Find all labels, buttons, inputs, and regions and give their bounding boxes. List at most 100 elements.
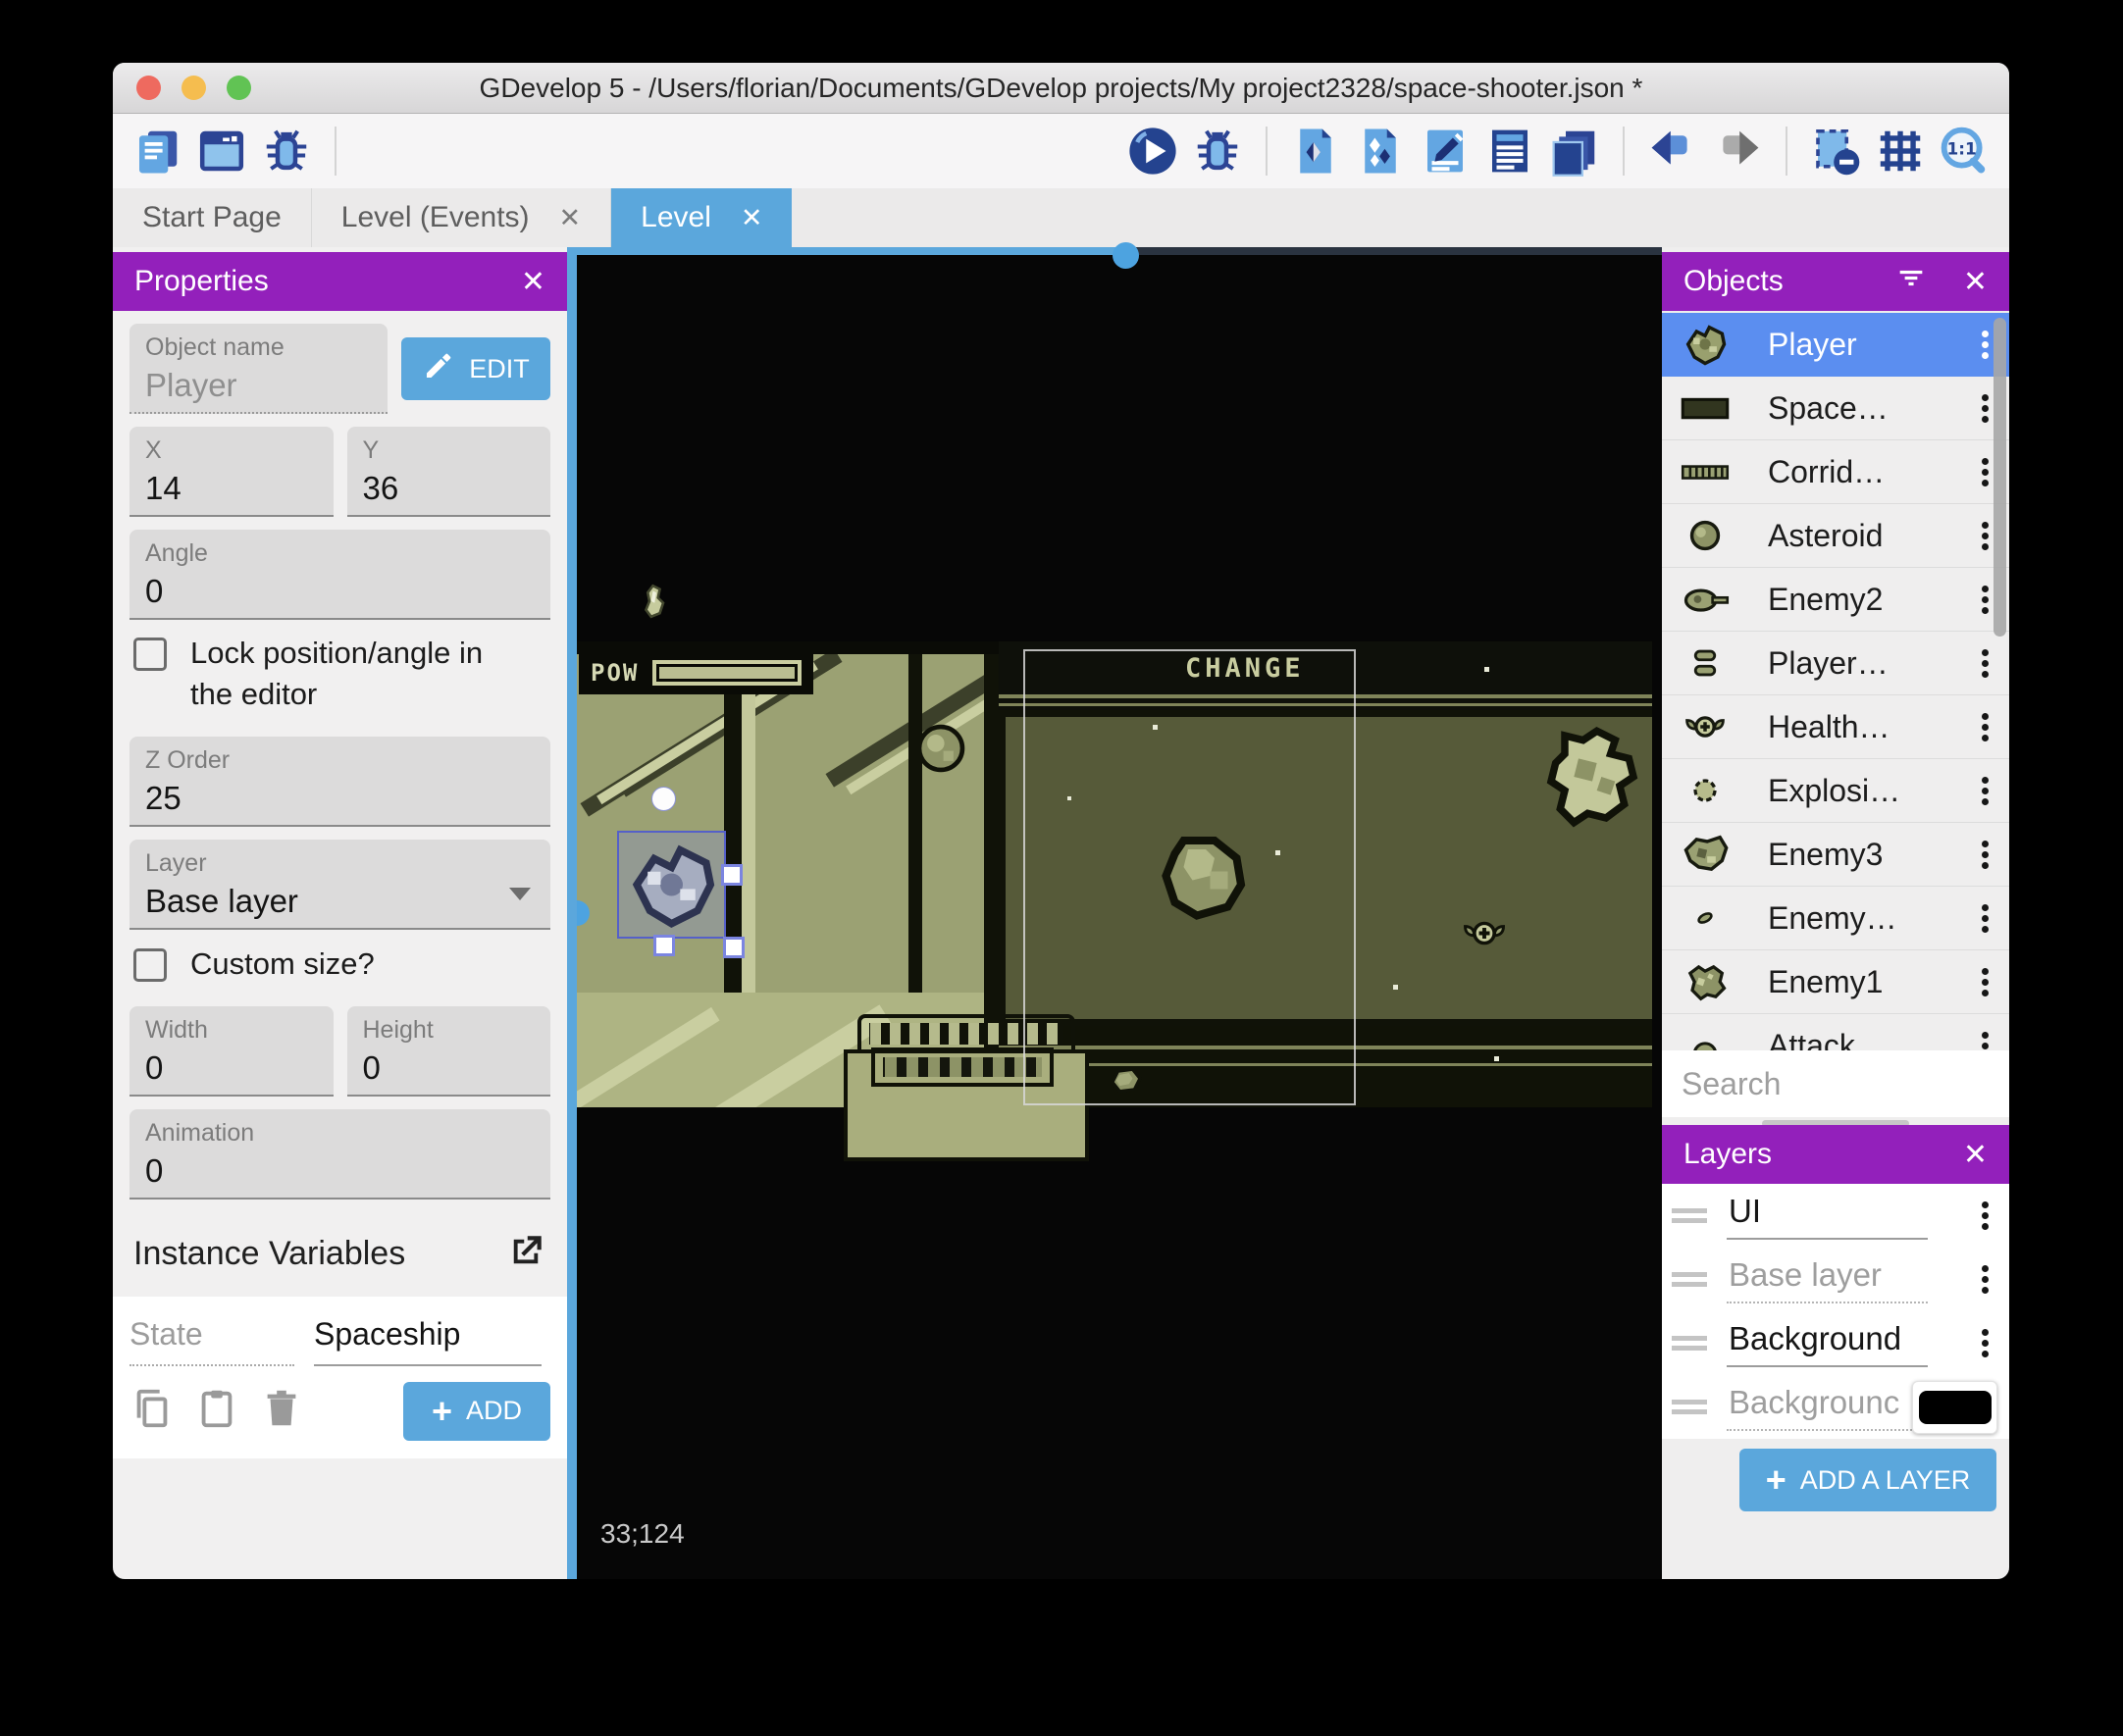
canvas-border-top [567, 247, 1128, 255]
object-item-corrid[interactable]: Corrid… [1662, 440, 2009, 504]
tab-level-events[interactable]: Level (Events) ✕ [312, 188, 612, 247]
paste-icon[interactable] [194, 1386, 239, 1436]
layer-item-ui[interactable]: UI [1662, 1184, 2009, 1248]
close-icon[interactable]: ✕ [1963, 265, 1988, 299]
properties-panel: Properties ✕ Object name Player EDIT X 1… [113, 247, 567, 1579]
hud-power-bar: POW [579, 651, 814, 694]
object-item-space[interactable]: Space… [1662, 377, 2009, 440]
health-pickup-instance[interactable] [1452, 906, 1517, 960]
custom-size-checkbox[interactable] [133, 947, 167, 982]
object-item-enemy3[interactable]: Enemy3 [1662, 823, 2009, 887]
redo-icon[interactable] [1709, 123, 1766, 179]
layer-menu-icon[interactable] [1972, 1325, 1997, 1361]
object-menu-icon[interactable] [1972, 645, 1997, 682]
asteroid-instance-small[interactable] [910, 718, 971, 779]
add-layer-button[interactable]: + ADD A LAYER [1739, 1449, 1996, 1511]
zoom-1-1-icon[interactable]: 1:1 [1937, 123, 1994, 179]
tab-level[interactable]: Level ✕ [611, 188, 793, 247]
layer-select[interactable]: Layer Base layer [129, 839, 550, 930]
object-menu-icon[interactable] [1972, 709, 1997, 745]
layer-color-swatch[interactable] [1912, 1380, 1997, 1434]
layers-editor-icon[interactable] [1546, 123, 1603, 179]
enemy-instance[interactable] [1530, 722, 1654, 832]
filter-icon[interactable] [1894, 261, 1928, 302]
variable-name-field[interactable]: State [129, 1312, 294, 1366]
close-window-button[interactable] [136, 76, 161, 100]
height-field[interactable]: Height 0 [346, 1005, 550, 1097]
close-icon[interactable]: ✕ [521, 265, 545, 299]
trash-icon[interactable] [259, 1386, 304, 1436]
drag-handle-icon[interactable] [1672, 1203, 1711, 1228]
object-item-asteroid[interactable]: Asteroid [1662, 504, 2009, 568]
tab-bar: Start Page Level (Events) ✕ Level ✕ [113, 188, 2009, 247]
copy-icon[interactable] [129, 1386, 175, 1436]
layer-item-backgrounc[interactable]: Backgrounc [1662, 1375, 2009, 1439]
debug-icon[interactable] [1189, 123, 1246, 179]
layer-item-base-layer[interactable]: Base layer [1662, 1248, 2009, 1311]
object-item-enemy2[interactable]: Enemy2 [1662, 568, 2009, 632]
object-item-player[interactable]: Player… [1662, 632, 2009, 695]
scene-properties-icon[interactable] [1417, 123, 1474, 179]
resize-handle-bottom-left[interactable] [653, 935, 675, 956]
add-variable-button[interactable]: + ADD [403, 1381, 550, 1441]
close-icon[interactable]: ✕ [1963, 1138, 1988, 1172]
angle-field[interactable]: Angle 0 [129, 530, 550, 620]
project-manager-icon[interactable] [129, 123, 185, 179]
lock-position-checkbox[interactable] [133, 638, 167, 671]
resize-handle-bottom-right[interactable] [723, 937, 745, 958]
toolbar-divider [1623, 127, 1625, 176]
close-icon[interactable]: ✕ [559, 203, 582, 233]
debugger-icon[interactable] [258, 123, 315, 179]
player-instance-selected[interactable] [617, 831, 726, 939]
window-controls [113, 76, 251, 100]
instances-list-icon[interactable] [1481, 123, 1538, 179]
object-item-enemy1[interactable]: Enemy1 [1662, 950, 2009, 1014]
debris-instance[interactable] [636, 573, 677, 630]
layer-item-background[interactable]: Background [1662, 1311, 2009, 1375]
object-menu-icon[interactable] [1972, 964, 1997, 1000]
camera-edge-handle-top[interactable] [1113, 242, 1139, 269]
object-item-health[interactable]: Health… [1662, 695, 2009, 759]
object-item-player[interactable]: Player [1662, 313, 2009, 377]
resize-handle-right[interactable] [721, 864, 743, 886]
play-icon[interactable] [1124, 123, 1181, 179]
object-item-attack[interactable]: Attack… [1662, 1014, 2009, 1050]
preview-window-icon[interactable] [193, 123, 250, 179]
drag-handle-icon[interactable] [1672, 1395, 1711, 1419]
objects-scrollbar[interactable] [1994, 318, 2006, 637]
object-menu-icon[interactable] [1972, 1028, 1997, 1051]
health-pickup-icon [1680, 701, 1731, 752]
edit-object-button[interactable]: EDIT [401, 337, 550, 400]
search-input[interactable] [1680, 1064, 2009, 1103]
selected-background-frame[interactable] [1023, 649, 1356, 1105]
open-in-new-icon[interactable] [505, 1231, 546, 1277]
x-field[interactable]: X 14 [129, 427, 334, 517]
object-groups-icon[interactable] [1352, 123, 1409, 179]
width-field[interactable]: Width 0 [129, 1005, 334, 1097]
window-mask-icon[interactable] [1807, 123, 1864, 179]
object-menu-icon[interactable] [1972, 900, 1997, 937]
undo-icon[interactable] [1644, 123, 1701, 179]
rotate-handle[interactable] [651, 787, 676, 811]
attack-icon [1680, 1020, 1731, 1050]
tab-start-page[interactable]: Start Page [113, 188, 312, 247]
animation-field[interactable]: Animation 0 [129, 1108, 550, 1200]
drag-handle-icon[interactable] [1672, 1267, 1711, 1292]
scene-editor-canvas[interactable]: POW CHANGE 33;124 [567, 242, 1662, 1579]
object-item-enemy[interactable]: Enemy… [1662, 887, 2009, 950]
object-item-explosi[interactable]: Explosi… [1662, 759, 2009, 823]
drag-handle-icon[interactable] [1672, 1331, 1711, 1355]
layer-menu-icon[interactable] [1972, 1261, 1997, 1298]
object-menu-icon[interactable] [1972, 837, 1997, 873]
zoom-window-button[interactable] [227, 76, 251, 100]
close-icon[interactable]: ✕ [741, 203, 763, 233]
z-order-field[interactable]: Z Order 25 [129, 736, 550, 827]
objects-editor-icon[interactable] [1287, 123, 1344, 179]
variable-value-field[interactable]: Spaceship [314, 1312, 542, 1366]
y-field[interactable]: Y 36 [346, 427, 550, 517]
object-menu-icon[interactable] [1972, 773, 1997, 809]
desktop: { "window": { "title": "GDevelop 5 - /Us… [0, 0, 2123, 1736]
grid-icon[interactable] [1872, 123, 1929, 179]
layer-menu-icon[interactable] [1972, 1198, 1997, 1234]
minimize-window-button[interactable] [181, 76, 206, 100]
